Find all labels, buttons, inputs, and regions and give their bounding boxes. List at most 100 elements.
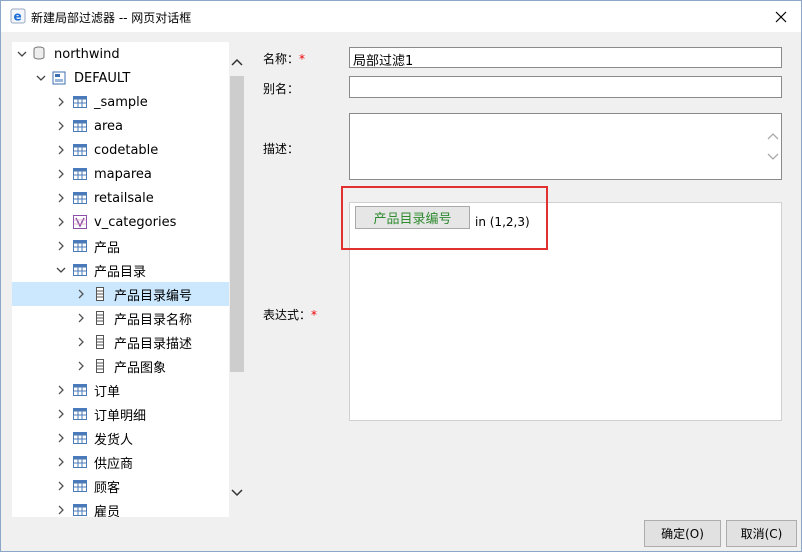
cancel-button[interactable]: 取消(C) xyxy=(726,520,797,547)
chevron-up-icon xyxy=(767,133,779,140)
tree-node-northwind[interactable]: northwind xyxy=(12,42,229,66)
chevron-right-icon[interactable] xyxy=(76,313,86,323)
chevron-right-icon[interactable] xyxy=(56,481,66,491)
tree-node-table[interactable]: 雇员 xyxy=(12,498,229,517)
tree-node-table[interactable]: codetable xyxy=(12,138,229,162)
chevron-right-icon[interactable] xyxy=(56,241,66,251)
tree-label: area xyxy=(94,118,123,134)
name-input[interactable]: 局部过滤1 xyxy=(349,47,782,69)
tree-node-table[interactable]: _sample xyxy=(12,90,229,114)
tree-node-column[interactable]: 产品目录名称 xyxy=(12,306,229,330)
dialog-window: e 新建局部过滤器 -- 网页对话框 northwind DEFAULT _sa… xyxy=(0,0,802,552)
tree-node-table[interactable]: 订单 xyxy=(12,378,229,402)
chevron-right-icon[interactable] xyxy=(76,289,86,299)
tree-scrollbar[interactable] xyxy=(229,42,245,517)
tree-node-default[interactable]: DEFAULT xyxy=(12,66,229,90)
tree-label: 发货人 xyxy=(94,432,134,448)
tree-label: 雇员 xyxy=(94,504,121,518)
chevron-right-icon[interactable] xyxy=(56,457,66,467)
tree-label: northwind xyxy=(54,46,120,62)
table-icon xyxy=(73,456,87,468)
tree-label: 产品目录描述 xyxy=(114,336,193,352)
tree-label: 产品目录 xyxy=(94,264,147,280)
chevron-right-icon[interactable] xyxy=(56,505,66,515)
table-icon xyxy=(73,384,87,396)
chevron-up-icon xyxy=(231,58,243,66)
tree-label: maparea xyxy=(94,166,152,182)
chevron-right-icon[interactable] xyxy=(56,121,66,131)
chevron-down-icon[interactable] xyxy=(17,49,27,59)
schema-icon xyxy=(52,71,66,85)
tree-label: 顾客 xyxy=(94,480,121,496)
tree-node-column[interactable]: 产品目录编号 xyxy=(12,282,229,306)
chevron-right-icon[interactable] xyxy=(76,361,86,371)
table-icon xyxy=(73,240,87,252)
table-icon xyxy=(73,192,87,204)
chevron-right-icon[interactable] xyxy=(76,337,86,347)
expression-label: 表达式：* xyxy=(263,308,318,322)
tree-label: 产品 xyxy=(94,240,121,256)
column-icon xyxy=(96,359,104,373)
chevron-right-icon[interactable] xyxy=(56,169,66,179)
textarea-scroll-down[interactable] xyxy=(767,151,779,163)
table-icon xyxy=(73,168,87,180)
chevron-down-icon[interactable] xyxy=(56,265,66,275)
tree-node-column[interactable]: 产品目录描述 xyxy=(12,330,229,354)
tree-node-table[interactable]: area xyxy=(12,114,229,138)
scroll-up-arrow[interactable] xyxy=(229,54,245,70)
alias-input[interactable] xyxy=(349,76,782,98)
chevron-right-icon[interactable] xyxy=(56,145,66,155)
tree-label: 产品图象 xyxy=(114,360,167,376)
tree-node-table[interactable]: 发货人 xyxy=(12,426,229,450)
tree-label: 产品目录名称 xyxy=(114,312,193,328)
table-icon xyxy=(73,264,87,276)
chevron-right-icon[interactable] xyxy=(56,217,66,227)
tree-node-table[interactable]: 产品目录 xyxy=(12,258,229,282)
table-icon xyxy=(73,432,87,444)
description-textarea[interactable] xyxy=(349,113,782,180)
chevron-right-icon[interactable] xyxy=(56,433,66,443)
chevron-right-icon[interactable] xyxy=(56,193,66,203)
tree-label: 产品目录编号 xyxy=(114,288,193,304)
table-icon xyxy=(73,120,87,132)
tree-node-table[interactable]: 订单明细 xyxy=(12,402,229,426)
expression-editor[interactable] xyxy=(349,202,782,421)
close-icon xyxy=(775,11,787,22)
column-icon xyxy=(96,311,104,325)
scroll-down-arrow[interactable] xyxy=(229,485,245,501)
name-input-value: 局部过滤1 xyxy=(353,54,414,69)
view-icon xyxy=(73,215,87,229)
tree-label: DEFAULT xyxy=(74,70,131,86)
tree-node-table[interactable]: 顾客 xyxy=(12,474,229,498)
column-icon xyxy=(96,287,104,301)
chevron-right-icon[interactable] xyxy=(56,97,66,107)
tree-node-view[interactable]: v_categories xyxy=(12,210,229,234)
table-icon xyxy=(73,144,87,156)
expression-condition: in (1,2,3) xyxy=(475,215,530,229)
ok-button[interactable]: 确定(O) xyxy=(644,520,721,547)
tree-label: 订单明细 xyxy=(94,408,147,424)
table-icon xyxy=(73,480,87,492)
ie-icon: e xyxy=(10,8,26,24)
alias-label: 别名： xyxy=(263,82,300,96)
textarea-scroll-up[interactable] xyxy=(767,130,779,142)
chevron-down-icon xyxy=(767,153,779,160)
tree-label: _sample xyxy=(94,94,148,110)
tree-node-table[interactable]: maparea xyxy=(12,162,229,186)
name-label: 名称：* xyxy=(263,52,306,66)
table-icon xyxy=(73,96,87,108)
window-title: 新建局部过滤器 -- 网页对话框 xyxy=(31,11,192,25)
tree-node-table[interactable]: retailsale xyxy=(12,186,229,210)
expression-field-chip[interactable]: 产品目录编号 xyxy=(355,206,470,229)
chevron-right-icon[interactable] xyxy=(56,385,66,395)
tree-node-column[interactable]: 产品图象 xyxy=(12,354,229,378)
chevron-down-icon[interactable] xyxy=(36,73,46,83)
chevron-right-icon[interactable] xyxy=(56,409,66,419)
description-label: 描述： xyxy=(263,142,300,156)
close-button[interactable] xyxy=(761,1,801,32)
svg-text:e: e xyxy=(14,10,22,24)
tree-node-table[interactable]: 产品 xyxy=(12,234,229,258)
chevron-down-icon xyxy=(231,489,243,497)
tree-node-table[interactable]: 供应商 xyxy=(12,450,229,474)
scrollbar-thumb[interactable] xyxy=(230,76,244,372)
